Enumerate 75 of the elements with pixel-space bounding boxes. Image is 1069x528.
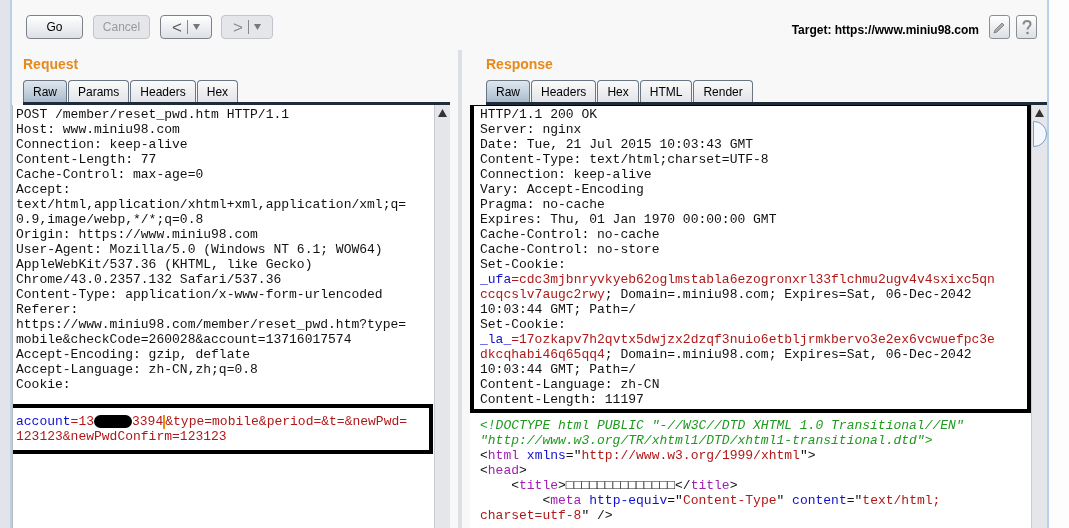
code-line: Connection: keep-alive xyxy=(16,137,188,152)
tab[interactable]: Raw xyxy=(23,80,67,102)
tab[interactable]: Hex xyxy=(196,80,239,102)
code-line: Referer: xyxy=(16,302,79,317)
dropdown-icon xyxy=(192,24,200,30)
code-line: 10:03:44 GMT; Path=/ xyxy=(480,302,637,317)
code-line: User-Agent: Mozilla/5.0 (Windows NT 6.1; WOW64) xyxy=(16,242,383,257)
scroll-up-icon[interactable] xyxy=(1035,109,1044,117)
history-button[interactable]: < xyxy=(160,15,212,39)
code-line: ccqcslv7augc2rwy; Domain=.miniu98.com; Expires=Sat, 06-Dec-2042 xyxy=(480,287,972,302)
tab[interactable]: HTML xyxy=(639,80,693,102)
code-line: Content-Length: 77 xyxy=(16,152,157,167)
scroll-thumb[interactable] xyxy=(1032,121,1047,147)
code-line: POST /member/reset_pwd.htm HTTP/1.1 xyxy=(16,107,290,122)
code-line: Accept-Encoding: gzip, deflate xyxy=(16,347,251,362)
code-line: Accept: xyxy=(16,182,71,197)
tab[interactable]: Raw xyxy=(486,80,530,102)
code-line: <meta http-equiv="Content-Type" content="text/html; xyxy=(541,493,941,508)
code-line: _ufa=cdc3mjbnryvkyeb62oglmstabla6ezogronxrl33flchmu2ugv4v4sxixc5qn xyxy=(480,272,995,287)
question-mark-icon xyxy=(1021,19,1032,35)
code-line: <head> xyxy=(480,463,527,478)
code-line: Date: Tue, 21 Jul 2015 10:03:43 GMT xyxy=(480,137,754,152)
tab[interactable]: Params xyxy=(68,80,130,102)
dropdown-icon xyxy=(253,24,261,30)
code-line: <html xmlns="http://www.w3.org/1999/xhtml"> xyxy=(480,448,816,463)
pane-title: Response xyxy=(485,55,554,74)
code-line: Set-Cookie: xyxy=(480,257,566,272)
code-line: _la_=17ozkapv7h2qvtx5dwjzx2dzqf3nuio6etbljrmkbervo3e2ex6vcwuefpc3e xyxy=(480,332,995,347)
pencil-icon xyxy=(993,20,1006,34)
code-line: <!DOCTYPE html PUBLIC "-//W3C//DTD XHTML 1.0 Transitional//EN" xyxy=(480,418,964,433)
code-line: <title>□□□□□□□□□□□□□□</title> xyxy=(510,478,738,493)
code-line: AppleWebKit/537.36 (KHTML, like Gecko) xyxy=(16,257,313,272)
code-line: Chrome/43.0.2357.132 Safari/537.36 xyxy=(16,272,282,287)
code-line: Host: www.miniu98.com xyxy=(16,122,180,137)
pane-title: Request xyxy=(22,55,80,74)
code-line: Server: nginx xyxy=(480,122,582,137)
code-line: Cache-Control: no-store xyxy=(480,242,660,257)
code-line: text/html,application/xhtml+xml,application/xml;q= xyxy=(16,197,407,212)
code-line: Pragma: no-cache xyxy=(480,197,605,212)
scrollbar[interactable] xyxy=(434,105,450,528)
code-line: Origin: https://www.miniu98.com xyxy=(16,227,258,242)
code-line: 0.9,image/webp,*/*;q=0.8 xyxy=(16,212,204,227)
code-line: charset=utf-8" /> xyxy=(480,508,613,523)
code-line: Content-Type: text/html;charset=UTF-8 xyxy=(480,152,769,167)
target-label: Target: https://www.miniu98.com xyxy=(791,22,979,39)
go-button[interactable]: Go xyxy=(26,15,83,39)
code-line: Vary: Accept-Encoding xyxy=(480,182,644,197)
tab[interactable]: Headers xyxy=(531,80,597,102)
redaction-mark xyxy=(94,415,132,428)
code-line: account=13 3394&type=mobile&period=&t=&newPwd= xyxy=(16,414,408,429)
code-line: HTTP/1.1 200 OK xyxy=(480,107,598,122)
help-button[interactable] xyxy=(1016,15,1037,39)
code-line: Content-Language: zh-CN xyxy=(480,377,660,392)
code-line: dkcqhabi46q65qq4; Domain=.miniu98.com; Expires=Sat, 06-Dec-2042 xyxy=(480,347,972,362)
code-line: Cookie: xyxy=(16,377,71,392)
tab[interactable]: Render xyxy=(693,80,753,102)
code-line: Content-Length: 11197 xyxy=(480,392,644,407)
code-line: Content-Type: application/x-www-form-urlencoded xyxy=(16,287,383,302)
code-line: Connection: keep-alive xyxy=(480,167,652,182)
code-line: Cache-Control: no-cache xyxy=(480,227,660,242)
code-line: Accept-Language: zh-CN,zh;q=0.8 xyxy=(16,362,258,377)
code-line: https://www.miniu98.com/member/reset_pwd.htm?type= xyxy=(16,317,407,332)
code-line: 10:03:44 GMT; Path=/ xyxy=(480,362,637,377)
code-line: 123123&newPwdConfirm=123123 xyxy=(16,429,227,444)
tab[interactable]: Headers xyxy=(130,80,196,102)
text-cursor xyxy=(163,414,166,429)
scroll-up-icon[interactable] xyxy=(438,109,447,117)
scrollbar[interactable] xyxy=(1031,105,1047,528)
code-line: "http://www.w3.org/TR/xhtml1/DTD/xhtml1-transitional.dtd"> xyxy=(480,433,933,448)
edit-button[interactable] xyxy=(989,15,1010,39)
code-line: Set-Cookie: xyxy=(480,317,566,332)
code-line: Expires: Thu, 01 Jan 1970 00:00:00 GMT xyxy=(480,212,777,227)
tab[interactable]: Hex xyxy=(597,80,639,102)
code-line: mobile&checkCode=260028&account=13716017574 xyxy=(16,332,352,347)
code-line: Cache-Control: max-age=0 xyxy=(16,167,204,182)
